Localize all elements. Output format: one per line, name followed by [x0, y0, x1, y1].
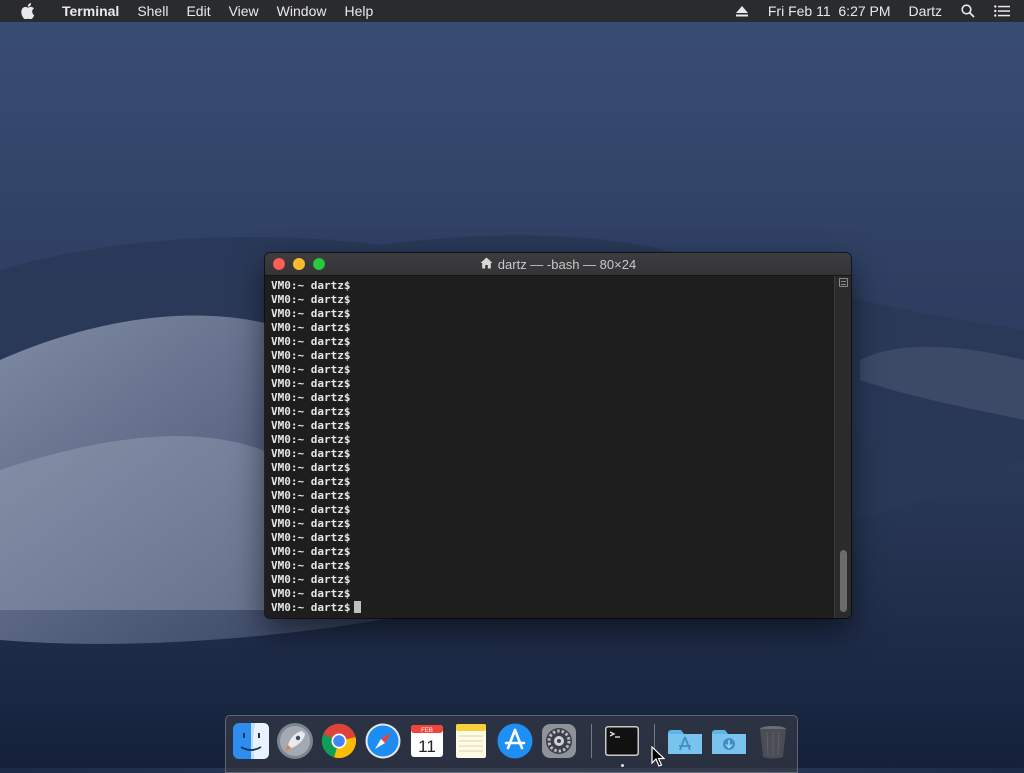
terminal-line: VM0:~ dartz$	[271, 321, 351, 334]
terminal-line: VM0:~ dartz$	[271, 461, 351, 474]
applications-folder-icon[interactable]	[666, 722, 704, 760]
terminal-line: VM0:~ dartz$	[271, 559, 351, 572]
menu-app-name[interactable]: Terminal	[53, 0, 128, 22]
terminal-line: VM0:~ dartz$	[271, 349, 351, 362]
scrollbar-thumb[interactable]	[840, 550, 847, 612]
safari-icon[interactable]	[364, 722, 402, 760]
terminal-line: VM0:~ dartz$	[271, 419, 351, 432]
vertical-scrollbar[interactable]	[834, 276, 851, 618]
terminal-running-indicator	[621, 764, 624, 767]
menubar-user[interactable]: Dartz	[909, 3, 942, 19]
calendar-month: FEB	[421, 728, 433, 734]
terminal-line: VM0:~ dartz$	[271, 503, 351, 516]
launchpad-icon[interactable]	[276, 722, 314, 760]
menu-shell[interactable]: Shell	[128, 0, 177, 22]
calendar-icon[interactable]: FEB 11	[408, 722, 446, 760]
terminal-window[interactable]: dartz — -bash — 80×24 VM0:~ dartz$ VM0:~ …	[265, 253, 851, 618]
mouse-pointer-icon	[651, 746, 665, 767]
terminal-line: VM0:~ dartz$	[271, 433, 351, 446]
notification-center-icon[interactable]	[994, 3, 1010, 19]
terminal-icon[interactable]	[603, 722, 641, 760]
terminal-line: VM0:~ dartz$	[271, 545, 351, 558]
terminal-line: VM0:~ dartz$	[271, 377, 351, 390]
split-pane-icon[interactable]	[839, 278, 848, 287]
dock: FEB 11	[225, 715, 798, 773]
terminal-line: VM0:~ dartz$	[271, 475, 351, 488]
finder-icon[interactable]	[232, 722, 270, 760]
app-store-icon[interactable]	[496, 722, 534, 760]
notes-icon[interactable]	[452, 722, 490, 760]
terminal-line: VM0:~ dartz$	[271, 531, 351, 544]
home-folder-icon	[480, 257, 493, 272]
terminal-line: VM0:~ dartz$	[271, 335, 351, 348]
downloads-folder-icon[interactable]	[710, 722, 748, 760]
minimize-window-button[interactable]	[293, 258, 305, 270]
window-titlebar[interactable]: dartz — -bash — 80×24	[265, 253, 851, 276]
terminal-line: VM0:~ dartz$	[271, 363, 351, 376]
eject-icon[interactable]	[734, 3, 750, 19]
terminal-output[interactable]: VM0:~ dartz$ VM0:~ dartz$ VM0:~ dartz$ VM0:…	[265, 276, 835, 618]
terminal-line: VM0:~ dartz$	[271, 279, 351, 292]
menu-help[interactable]: Help	[335, 0, 382, 22]
terminal-line: VM0:~ dartz$	[271, 489, 351, 502]
spotlight-search-icon[interactable]	[960, 3, 976, 19]
trash-icon[interactable]	[754, 722, 792, 760]
calendar-day: 11	[418, 737, 436, 756]
menu-edit[interactable]: Edit	[177, 0, 219, 22]
menu-view[interactable]: View	[220, 0, 268, 22]
system-preferences-icon[interactable]	[540, 722, 578, 760]
terminal-line: VM0:~ dartz$	[271, 517, 351, 530]
menu-window[interactable]: Window	[268, 0, 336, 22]
terminal-line: VM0:~ dartz$	[271, 293, 351, 306]
terminal-cursor	[354, 601, 362, 613]
dock-separator	[591, 724, 592, 758]
terminal-line: VM0:~ dartz$	[271, 447, 351, 460]
terminal-line: VM0:~ dartz$	[271, 573, 351, 586]
menu-bar: Terminal Shell Edit View Window Help Fri…	[0, 0, 1024, 22]
terminal-line: VM0:~ dartz$	[271, 587, 351, 600]
apple-icon[interactable]	[17, 3, 39, 19]
zoom-window-button[interactable]	[313, 258, 325, 270]
window-title: dartz — -bash — 80×24	[497, 256, 637, 272]
terminal-line: VM0:~ dartz$	[271, 307, 351, 320]
terminal-line: VM0:~ dartz$	[271, 405, 351, 418]
terminal-line: VM0:~ dartz$	[271, 391, 351, 404]
chrome-icon[interactable]	[320, 722, 358, 760]
close-window-button[interactable]	[273, 258, 285, 270]
menubar-clock[interactable]: Fri Feb 11 6:27 PM	[768, 3, 891, 19]
